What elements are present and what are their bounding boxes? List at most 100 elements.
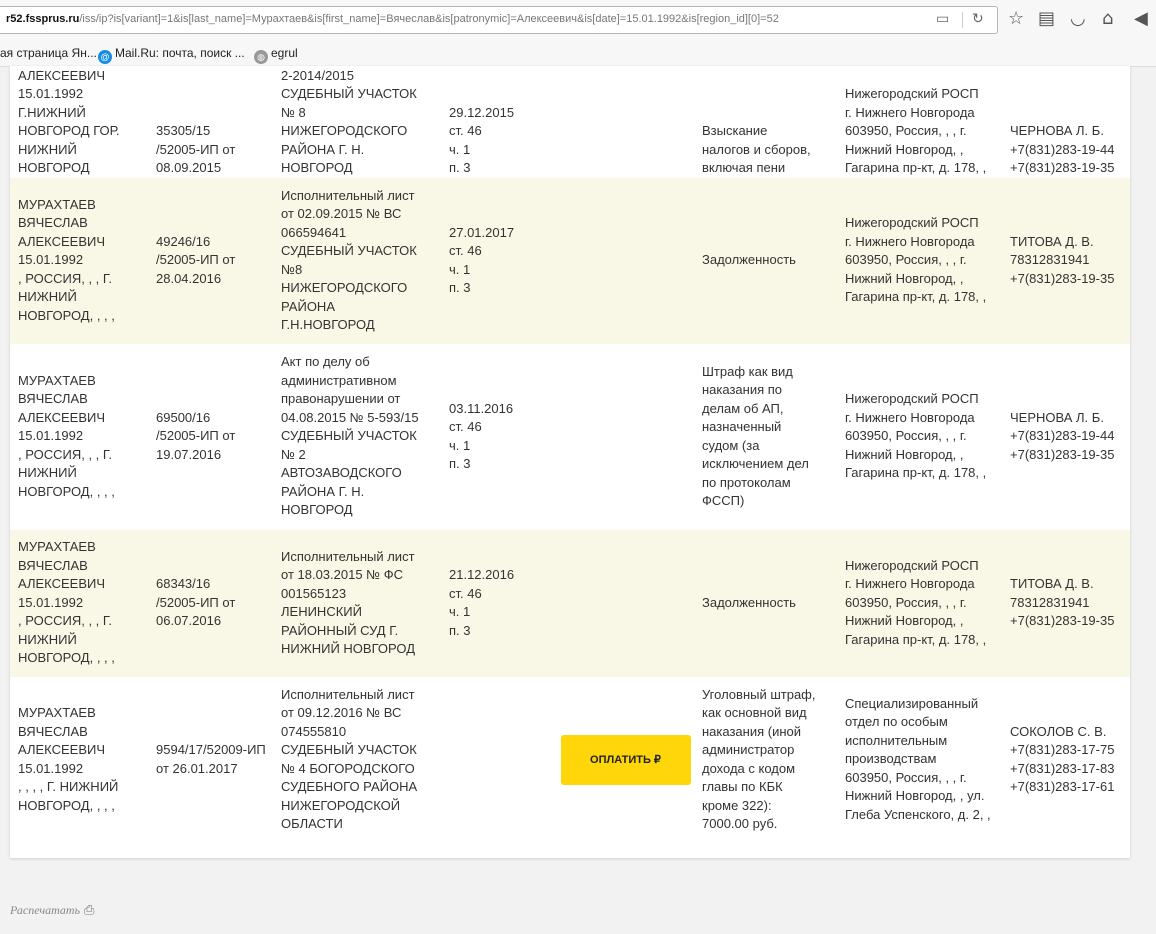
department-line: г. Нижнего Новгорода xyxy=(845,233,975,249)
proceedings-table: ВЯЧЕСЛАВ АЛЕКСЕЕВИЧ 15.01.1992 Г.НИЖНИЙ НОВГ… xyxy=(10,66,1130,843)
bailiff-line: +7(831)283-19-35 xyxy=(1010,446,1115,462)
bookmark-star-icon[interactable]: ☆ xyxy=(1008,9,1024,29)
ended-line: ч. 1 xyxy=(449,141,471,157)
cell-pay xyxy=(557,529,694,677)
document-line: № 2 xyxy=(281,446,306,462)
document-line: НИЖЕГОРОДСКОЙ xyxy=(281,797,401,813)
subject-line: Задолженность xyxy=(702,594,796,610)
reload-icon[interactable]: ↻ xyxy=(972,11,984,27)
document-line: административном xyxy=(281,372,397,388)
cell-pay xyxy=(557,177,694,344)
reader-view-icon[interactable]: ▭ xyxy=(936,11,949,27)
debtor-line: ВЯЧЕСЛАВ xyxy=(18,557,88,573)
subject-line: включая пени xyxy=(702,160,786,175)
bailiff-line: 78312831941 xyxy=(1010,252,1090,268)
bailiff-line: +7(831)283-17-61 xyxy=(1010,779,1115,794)
debtor-line: НОВГОРОД, , , , xyxy=(18,483,115,499)
document-line: ОБЛАСТИ xyxy=(281,816,343,831)
document-line: от 09.12.2016 № ВС xyxy=(281,705,402,720)
bailiff-line: +7(831)283-19-35 xyxy=(1010,160,1115,175)
bailiff-line: +7(831)283-19-35 xyxy=(1010,613,1115,629)
cell-document: Исполнительный лист от 09.12.2016 № ВС 074… xyxy=(273,677,441,843)
globe-icon: ◍ xyxy=(254,50,268,64)
subject-line: назначенный xyxy=(702,419,782,434)
proceeding-line: 35305/15 xyxy=(156,123,211,138)
debtor-line: НОВГОРОД, , , , xyxy=(18,650,115,666)
cell-ended: 03.11.2016 ст. 46 ч. 1 п. 3 xyxy=(441,344,557,530)
cell-debtor: МУРАХТАЕВ ВЯЧЕСЛАВ АЛЕКСЕЕВИЧ 15.01.1992 , ,… xyxy=(10,677,148,843)
subject-line: администратор xyxy=(702,742,795,757)
cell-pay xyxy=(557,344,694,530)
department-line: Специализированный xyxy=(845,695,979,711)
debtor-line: ВЯЧЕСЛАВ xyxy=(18,391,88,407)
ended-line: ст. 46 xyxy=(449,243,482,258)
document-line: № 4 БОГОРОДСКОГО xyxy=(281,760,415,776)
document-line: РАЙОНА Г. Н. xyxy=(281,141,365,157)
document-line: от 02.09.2015 № ВС xyxy=(281,206,402,221)
subject-line: наказания (иной xyxy=(702,723,802,739)
document-line: СУДЕБНЫЙ УЧАСТОК xyxy=(281,428,417,444)
print-link[interactable]: Распечатать ⎙ xyxy=(10,902,94,918)
document-line: НОВГОРОД xyxy=(281,502,353,518)
cell-department: Нижегородский РОСП г. Нижнего Новгорода 60… xyxy=(837,66,1002,178)
subject-line: судом (за xyxy=(702,437,760,453)
subject-line: наказания по xyxy=(702,382,783,397)
cell-department: Нижегородский РОСП г. Нижнего Новгорода 60… xyxy=(837,344,1002,530)
department-line: Нижегородский РОСП xyxy=(845,86,979,101)
ended-line: ч. 1 xyxy=(449,437,471,453)
url-path: /iss/ip?is[variant]=1&is[last_name]=Мура… xyxy=(79,13,779,25)
bailiff-line: СОКОЛОВ С. В. xyxy=(1010,723,1107,739)
cell-debtor: МУРАХТАЕВ ВЯЧЕСЛАВ АЛЕКСЕЕВИЧ 15.01.1992 , Р… xyxy=(10,529,148,677)
document-line: НИЖЕГОРОДСКОГО xyxy=(281,280,408,295)
department-line: Нижний Новгород, , ул. xyxy=(845,788,985,804)
bookmark-start-page[interactable]: ая страница Ян... xyxy=(0,46,97,60)
back-arrow-icon[interactable]: ◀ xyxy=(1134,9,1148,29)
address-bar[interactable]: r52.fssprus.ru/iss/ip?is[variant]=1&is[l… xyxy=(0,6,998,34)
ended-line: ст. 46 xyxy=(449,123,482,138)
debtor-line: 15.01.1992 xyxy=(18,760,84,776)
debtor-line: ВЯЧЕСЛАВ xyxy=(18,215,88,231)
browser-toolbar: r52.fssprus.ru/iss/ip?is[variant]=1&is[l… xyxy=(0,0,1156,43)
pocket-icon[interactable]: ◡ xyxy=(1070,9,1086,29)
home-icon[interactable]: ⌂ xyxy=(1102,9,1113,29)
document-line: НИЖЕГОРОДСКОГО xyxy=(281,123,408,138)
reading-list-icon[interactable]: ▤ xyxy=(1038,9,1055,29)
department-line: 603950, Россия, , , г. xyxy=(845,123,967,138)
ended-line: ст. 46 xyxy=(449,419,482,434)
cell-ended: 21.12.2016 ст. 46 ч. 1 п. 3 xyxy=(441,529,557,677)
debtor-line: , РОССИЯ, , , Г. xyxy=(18,446,112,462)
cell-bailiff: ЧЕРНОВА Л. Б. +7(831)283-19-44 +7(831)283-… xyxy=(1002,344,1130,530)
cell-subject: Штраф как вид наказания по делам об АП, наз… xyxy=(694,344,837,530)
bookmark-egrul[interactable]: ◍ egrul xyxy=(254,46,298,64)
department-line: Гагарина пр-кт, д. 178, , xyxy=(845,289,987,305)
document-line: АВТОЗАВОДСКОГО xyxy=(281,465,402,481)
cell-department: Нижегородский РОСП г. Нижнего Новгорода 60… xyxy=(837,529,1002,677)
bailiff-line: ТИТОВА Д. В. xyxy=(1010,576,1094,592)
subject-line: как основной вид xyxy=(702,705,807,720)
document-line: Исполнительный лист xyxy=(281,548,415,564)
ended-line: п. 3 xyxy=(449,160,471,175)
bookmark-label: egrul xyxy=(271,46,298,60)
table-row: МУРАХТАЕВ ВЯЧЕСЛАВ АЛЕКСЕЕВИЧ 15.01.1992 , ,… xyxy=(10,677,1130,843)
document-line: РАЙОННЫЙ СУД Г. xyxy=(281,622,399,638)
bookmark-mailru[interactable]: @ Mail.Ru: почта, поиск ... xyxy=(98,46,245,64)
department-line: Нижегородский РОСП xyxy=(845,215,979,231)
document-line: ЛЕНИНСКИЙ xyxy=(281,604,362,619)
bailiff-line: +7(831)283-17-75 xyxy=(1010,742,1115,757)
bailiff-line: ТИТОВА Д. В. xyxy=(1010,233,1094,249)
url-separator xyxy=(962,12,963,28)
subject-line: Взыскание xyxy=(702,123,768,138)
ended-line: 27.01.2017 xyxy=(449,224,515,240)
document-line: Исполнительный лист xyxy=(281,187,415,203)
debtor-line: , , , , Г. НИЖНИЙ xyxy=(18,779,119,794)
debtor-line: МУРАХТАЕВ xyxy=(18,196,96,212)
cell-subject: Взыскание налогов и сборов, включая пени xyxy=(694,66,837,178)
proceeding-line: 9594/17/52009-ИП xyxy=(156,742,266,757)
subject-line: налогов и сборов, xyxy=(702,141,811,157)
debtor-line: НОВГОРОД, , , , xyxy=(18,307,115,323)
debtor-line: НОВГОРОД xyxy=(18,160,90,175)
subject-line: дохода с кодом xyxy=(702,760,796,776)
document-line: 2-2014/2015 xyxy=(281,67,355,83)
subject-line: исключением дел xyxy=(702,456,809,471)
pay-button[interactable]: ОПЛАТИТЬ ₽ xyxy=(560,734,691,785)
